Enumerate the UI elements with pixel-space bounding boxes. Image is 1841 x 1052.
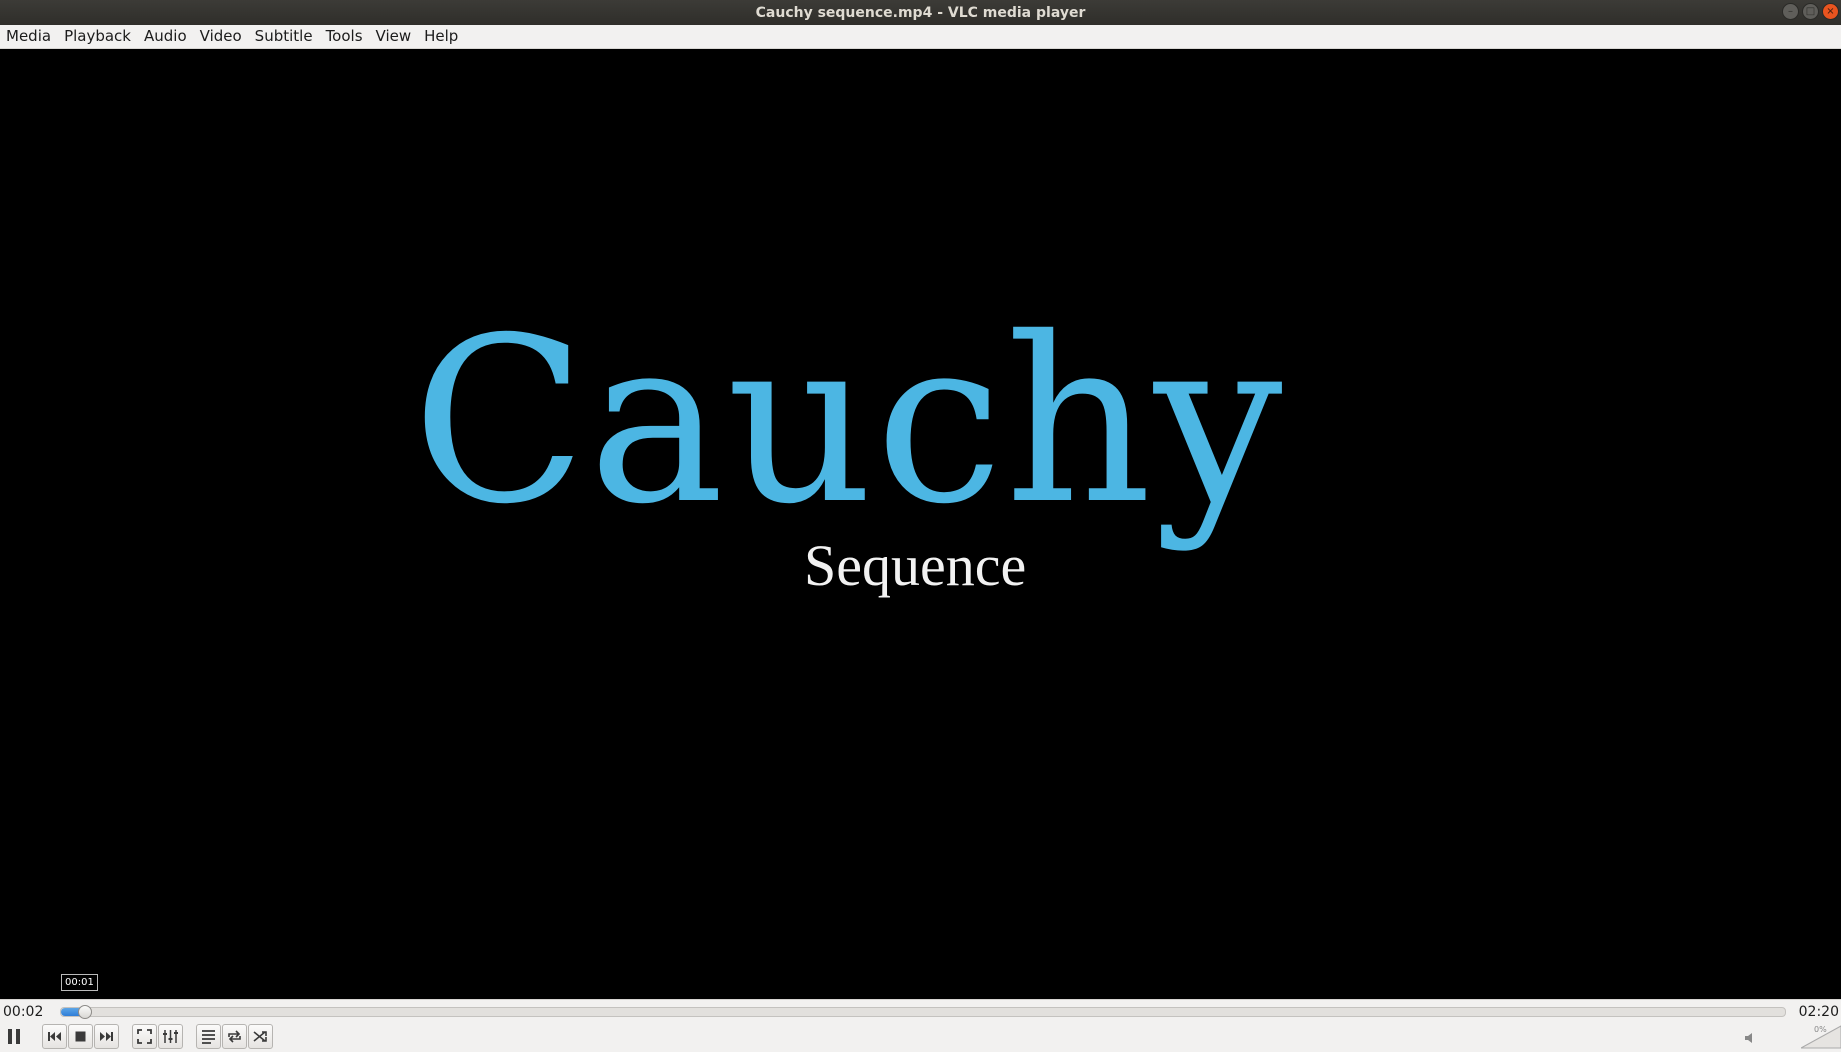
seek-tooltip: 00:01 <box>61 974 98 996</box>
shuffle-button[interactable] <box>248 1024 273 1049</box>
video-area[interactable]: Cauchy Sequence <box>0 49 1841 999</box>
button-row: 0% <box>0 1024 1841 1050</box>
speaker-icon[interactable] <box>1744 1032 1756 1044</box>
menu-help[interactable]: Help <box>418 25 465 48</box>
menu-video[interactable]: Video <box>194 25 249 48</box>
control-panel: 00:02 02:20 0% <box>0 999 1841 1052</box>
seek-bar[interactable] <box>60 1005 1786 1019</box>
stop-button[interactable] <box>68 1024 93 1049</box>
menu-view[interactable]: View <box>370 25 419 48</box>
shuffle-icon <box>253 1031 267 1042</box>
fullscreen-button[interactable] <box>132 1024 157 1049</box>
menu-tools[interactable]: Tools <box>320 25 370 48</box>
skip-previous-icon <box>48 1032 61 1041</box>
window-title: Cauchy sequence.mp4 - VLC media player <box>755 4 1086 21</box>
stop-icon <box>75 1031 86 1042</box>
close-icon[interactable]: × <box>1822 3 1839 20</box>
volume-level: 0% <box>1814 1025 1827 1034</box>
video-title-text: Cauchy <box>412 288 1285 554</box>
maximize-icon[interactable]: □ <box>1802 3 1819 20</box>
playlist-button[interactable] <box>196 1024 221 1049</box>
previous-button[interactable] <box>42 1024 67 1049</box>
next-button[interactable] <box>94 1024 119 1049</box>
elapsed-time[interactable]: 00:02 <box>3 1004 43 1020</box>
minimize-icon[interactable]: – <box>1782 3 1799 20</box>
window-controls: – □ × <box>1782 3 1839 20</box>
total-time[interactable]: 02:20 <box>1799 1004 1839 1020</box>
playlist-icon <box>202 1030 215 1044</box>
seek-handle[interactable] <box>78 1005 93 1019</box>
loop-button[interactable] <box>222 1024 247 1049</box>
pause-button[interactable] <box>2 1024 27 1049</box>
pause-icon <box>8 1029 20 1044</box>
menu-playback[interactable]: Playback <box>58 25 138 48</box>
loop-icon <box>228 1030 241 1043</box>
fullscreen-icon <box>137 1029 152 1044</box>
window-title-bar: Cauchy sequence.mp4 - VLC media player –… <box>0 0 1841 25</box>
menu-subtitle[interactable]: Subtitle <box>249 25 320 48</box>
menu-media[interactable]: Media <box>0 25 58 48</box>
menu-audio[interactable]: Audio <box>138 25 194 48</box>
skip-next-icon <box>100 1032 113 1041</box>
equalizer-icon <box>163 1030 178 1043</box>
menu-bar: Media Playback Audio Video Subtitle Tool… <box>0 25 1841 49</box>
video-subtitle-text: Sequence <box>804 533 1027 598</box>
extended-settings-button[interactable] <box>158 1024 183 1049</box>
